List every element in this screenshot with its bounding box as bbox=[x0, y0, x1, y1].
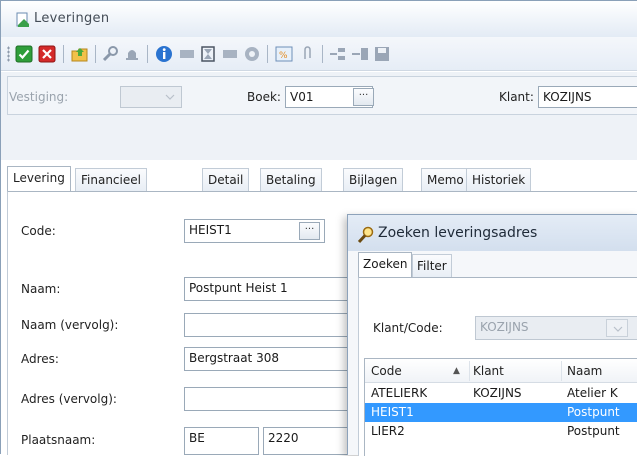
adres-value: Bergstraat 308 bbox=[189, 351, 279, 365]
chevron-down-icon bbox=[613, 326, 623, 332]
toolbar-grip[interactable] bbox=[7, 46, 10, 62]
klant-code-dropdown-button[interactable] bbox=[606, 319, 628, 337]
naam-value: Postpunt Heist 1 bbox=[189, 281, 288, 295]
paperclip-icon[interactable] bbox=[298, 45, 316, 63]
toolbar-separator bbox=[63, 45, 64, 63]
code-value: HEIST1 bbox=[189, 223, 232, 237]
klant-code-label: Klant/Code: bbox=[373, 321, 443, 335]
cell-code: LIER2 bbox=[371, 424, 405, 438]
leveringen-window: Leveringen % Vestiging: Boek: V01 ··· Kl… bbox=[0, 0, 637, 456]
list-icon[interactable] bbox=[178, 45, 196, 63]
plaatsnaam-label: Plaatsnaam: bbox=[21, 433, 96, 447]
bell-icon[interactable] bbox=[123, 45, 141, 63]
cell-code: HEIST1 bbox=[371, 405, 414, 419]
boek-value: V01 bbox=[290, 90, 314, 104]
filter-bar: Vestiging: Boek: V01 ··· Klant: KOZIJNS bbox=[1, 72, 637, 160]
land-input[interactable]: BE bbox=[184, 427, 259, 455]
naam-vervolg-input[interactable] bbox=[184, 313, 349, 337]
cell-code: ATELIERK bbox=[371, 386, 428, 400]
column-divider[interactable] bbox=[469, 361, 470, 381]
vestiging-combo[interactable] bbox=[120, 86, 182, 108]
title-bar: Leveringen bbox=[1, 1, 637, 37]
export-folder-icon[interactable] bbox=[71, 45, 89, 63]
hourglass-icon[interactable] bbox=[199, 45, 217, 63]
window-title: Leveringen bbox=[34, 11, 110, 26]
save-icon[interactable] bbox=[373, 45, 391, 63]
globe-icon[interactable] bbox=[243, 45, 261, 63]
search-delivery-address-dialog: Zoeken leveringsadres Zoeken Filter Klan… bbox=[347, 214, 637, 456]
tab-historiek[interactable]: Historiek bbox=[466, 168, 532, 191]
table-row[interactable]: LIER2 Postpunt bbox=[365, 422, 637, 441]
boek-label: Boek: bbox=[247, 90, 281, 104]
toolbar-separator bbox=[267, 45, 268, 63]
grid-icon[interactable] bbox=[221, 45, 239, 63]
klant-code-value: KOZIJNS bbox=[480, 320, 529, 334]
tab-detail[interactable]: Detail bbox=[202, 168, 250, 191]
search-icon[interactable] bbox=[102, 45, 120, 63]
tab-bijlagen[interactable]: Bijlagen bbox=[343, 168, 404, 191]
toolbar-separator bbox=[95, 45, 96, 63]
tab-levering[interactable]: Levering bbox=[7, 166, 71, 191]
naam-label: Naam: bbox=[21, 282, 61, 296]
column-header-naam[interactable]: Naam bbox=[567, 364, 602, 378]
adres-vervolg-label: Adres (vervolg): bbox=[21, 392, 117, 406]
dialog-title: Zoeken leveringsadres bbox=[378, 225, 538, 241]
grid-header: Code ▲ Klant Naam bbox=[365, 359, 637, 383]
toolbar-separator bbox=[147, 45, 148, 63]
cancel-icon[interactable] bbox=[38, 45, 56, 63]
dialog-tab-zoeken[interactable]: Zoeken bbox=[358, 252, 413, 277]
column-header-code[interactable]: Code bbox=[371, 364, 402, 378]
cell-klant: KOZIJNS bbox=[473, 386, 522, 400]
toolbar-separator bbox=[322, 45, 323, 63]
toolbar: % bbox=[1, 37, 637, 71]
klant-value: KOZIJNS bbox=[543, 90, 592, 104]
postcode-input[interactable]: 2220 bbox=[263, 427, 349, 455]
klant-input[interactable]: KOZIJNS bbox=[538, 86, 637, 108]
tab-betaling[interactable]: Betaling bbox=[260, 168, 322, 191]
klant-label: Klant: bbox=[499, 90, 534, 104]
tab-memo[interactable]: Memo bbox=[421, 168, 470, 191]
column-header-klant[interactable]: Klant bbox=[473, 364, 504, 378]
cell-naam: Atelier K bbox=[567, 386, 618, 400]
cell-naam: Postpunt bbox=[567, 424, 620, 438]
results-grid: Code ▲ Klant Naam ATELIERK KOZIJNS Ateli… bbox=[364, 358, 637, 456]
code-ellipsis-button[interactable]: ··· bbox=[299, 222, 320, 240]
land-value: BE bbox=[189, 431, 205, 445]
naam-vervolg-label: Naam (vervolg): bbox=[21, 318, 119, 332]
dialog-title-bar[interactable]: Zoeken leveringsadres bbox=[348, 215, 637, 251]
table-row[interactable]: ATELIERK KOZIJNS Atelier K bbox=[365, 384, 637, 403]
boek-ellipsis-button[interactable]: ··· bbox=[353, 88, 374, 106]
postcode-value: 2220 bbox=[268, 431, 299, 445]
info-icon[interactable] bbox=[155, 45, 173, 63]
adres-label: Adres: bbox=[21, 352, 59, 366]
cell-naam: Postpunt bbox=[567, 405, 620, 419]
chevron-down-icon bbox=[165, 94, 175, 100]
confirm-icon[interactable] bbox=[15, 45, 33, 63]
sort-ascending-icon: ▲ bbox=[453, 366, 460, 376]
search-icon bbox=[357, 226, 374, 244]
naam-input[interactable]: Postpunt Heist 1 bbox=[184, 277, 349, 301]
adres-input[interactable]: Bergstraat 308 bbox=[184, 347, 349, 371]
move-icon[interactable] bbox=[351, 45, 369, 63]
svg-text:%: % bbox=[279, 51, 288, 61]
code-label: Code: bbox=[21, 224, 56, 238]
table-row-selected[interactable]: HEIST1 Postpunt bbox=[365, 403, 637, 422]
tab-financieel[interactable]: Financieel bbox=[75, 168, 147, 191]
klant-code-combo[interactable]: KOZIJNS bbox=[475, 316, 637, 340]
vestiging-label: Vestiging: bbox=[9, 90, 69, 104]
adres-vervolg-input[interactable] bbox=[184, 387, 349, 411]
dialog-tab-filter[interactable]: Filter bbox=[412, 254, 452, 277]
percentage-icon[interactable]: % bbox=[275, 45, 293, 63]
split-icon[interactable] bbox=[329, 45, 347, 63]
document-app-icon bbox=[16, 12, 29, 27]
column-divider[interactable] bbox=[561, 361, 562, 381]
